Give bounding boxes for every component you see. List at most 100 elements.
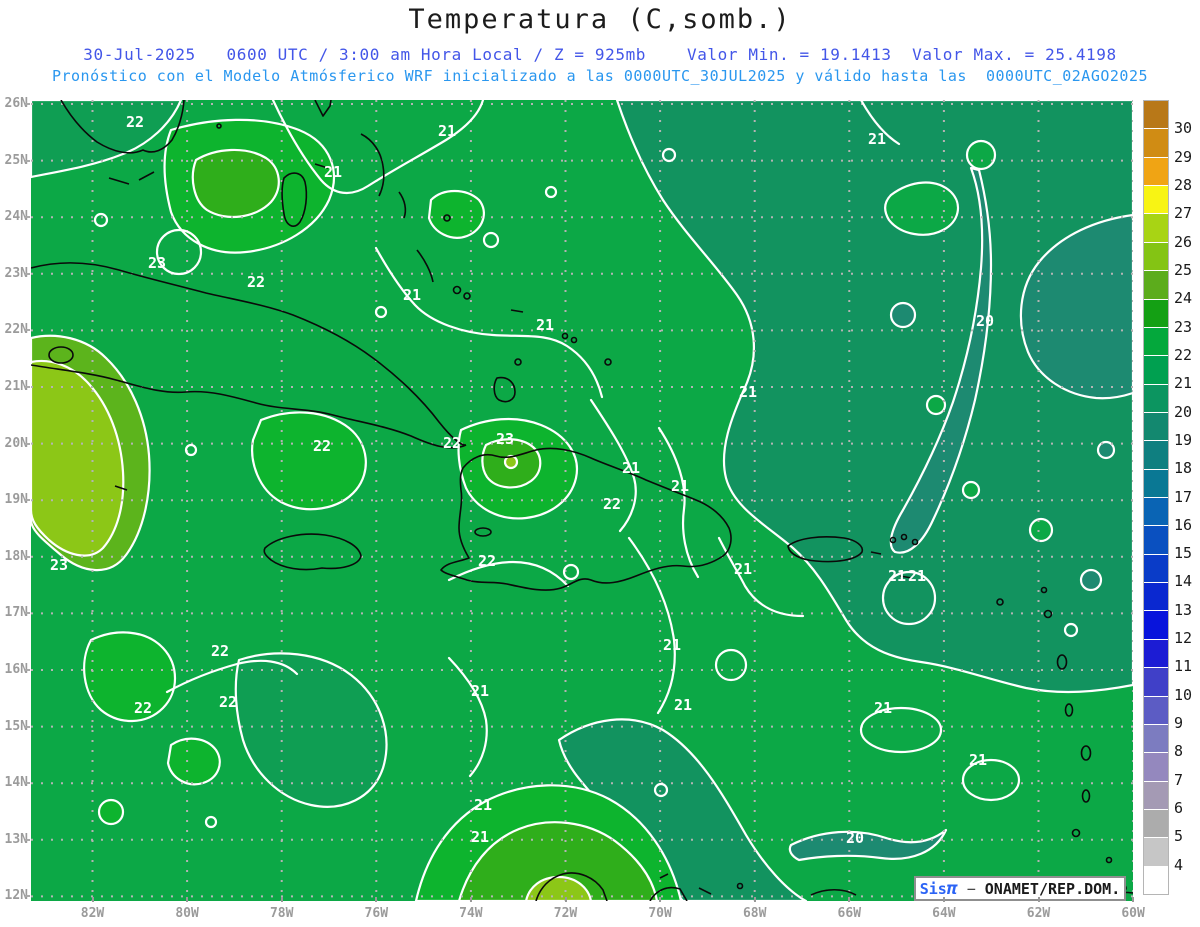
sis-brand-label: Sis bbox=[919, 879, 947, 898]
contour-label-21: 21 bbox=[874, 699, 892, 717]
contour-label-22: 22 bbox=[443, 434, 461, 452]
colorbar-tick-label: 14 bbox=[1174, 572, 1193, 591]
lat-axis-tick bbox=[25, 725, 30, 728]
lon-axis-label: 76W bbox=[364, 906, 389, 921]
colorbar-tick-label: 17 bbox=[1174, 487, 1193, 506]
contour-label-21: 21 bbox=[734, 560, 752, 578]
lon-axis-tick bbox=[469, 897, 472, 902]
lat-axis-tick bbox=[25, 555, 30, 558]
lat-axis-tick bbox=[25, 499, 30, 502]
colorbar bbox=[1143, 100, 1169, 895]
colorbar-segment bbox=[1144, 583, 1168, 611]
colorbar-segment bbox=[1144, 356, 1168, 384]
lat-axis-label: 12N bbox=[4, 888, 28, 904]
contour-label-21: 21 bbox=[739, 383, 757, 401]
colorbar-segment bbox=[1144, 214, 1168, 242]
lon-axis-tick bbox=[375, 897, 378, 902]
colorbar-tick-label: 16 bbox=[1174, 515, 1193, 534]
colorbar-segment bbox=[1144, 384, 1168, 412]
colorbar-tick-label: 15 bbox=[1174, 544, 1193, 563]
contour-label-21: 21 bbox=[868, 130, 886, 148]
lat-axis-label: 15N bbox=[4, 718, 28, 734]
lon-axis-label: 68W bbox=[742, 906, 767, 921]
lon-axis-label: 62W bbox=[1026, 906, 1051, 921]
colorbar-tick-label: 6 bbox=[1174, 799, 1184, 818]
colorbar-segment bbox=[1144, 101, 1168, 129]
lat-axis-tick bbox=[25, 103, 30, 105]
lat-axis-tick bbox=[25, 838, 30, 841]
weather-map-page: Temperatura (C,somb.) 30-Jul-2025 0600 U… bbox=[0, 0, 1200, 927]
lon-axis-label: 64W bbox=[932, 906, 956, 921]
colorbar-segment bbox=[1144, 724, 1168, 753]
colorbar-segment bbox=[1144, 639, 1168, 668]
page-title: Temperatura (C,somb.) bbox=[408, 4, 792, 35]
colorbar-segment bbox=[1144, 157, 1168, 186]
colorbar-segment bbox=[1144, 441, 1168, 469]
lat-axis-label: 21N bbox=[4, 379, 28, 394]
contour-label-21: 21 bbox=[671, 477, 689, 495]
contour-label-21: 21 bbox=[471, 682, 489, 700]
colorbar-tick-label: 10 bbox=[1174, 685, 1193, 704]
lon-axis-label: 70W bbox=[648, 906, 672, 921]
colorbar-tick-label: 22 bbox=[1174, 345, 1193, 364]
lon-axis-tick bbox=[1037, 897, 1040, 902]
colorbar-segment bbox=[1144, 554, 1168, 583]
lat-axis-tick bbox=[25, 782, 30, 785]
lon-axis-label: 74W bbox=[459, 906, 483, 921]
colorbar-tick-label: 13 bbox=[1174, 600, 1193, 619]
contour-label-22: 22 bbox=[126, 113, 144, 131]
colorbar-tick-label: 23 bbox=[1174, 317, 1193, 336]
colorbar-tick-label: 20 bbox=[1174, 402, 1193, 421]
lon-axis-tick bbox=[186, 897, 189, 902]
contour-label-22: 22 bbox=[134, 699, 152, 717]
lat-axis-label: 23N bbox=[4, 265, 28, 281]
contour-label-21: 21 bbox=[888, 567, 906, 585]
colorbar-tick-label: 8 bbox=[1174, 742, 1184, 761]
lon-axis-tick bbox=[659, 897, 662, 902]
lon-axis-tick bbox=[280, 897, 283, 902]
colorbar-segment bbox=[1144, 242, 1168, 271]
contour-label-20: 20 bbox=[846, 829, 864, 847]
lon-axis-tick bbox=[564, 897, 567, 902]
colorbar-segment bbox=[1144, 129, 1168, 157]
contour-label-21: 21 bbox=[471, 828, 489, 846]
lat-axis-label: 25N bbox=[4, 152, 28, 168]
colorbar-segment bbox=[1144, 526, 1168, 554]
lat-axis-label: 18N bbox=[4, 548, 28, 564]
colorbar-segment bbox=[1144, 753, 1168, 781]
subtitle-datetime-line: 30-Jul-2025 0600 UTC / 3:00 am Hora Loca… bbox=[83, 45, 1117, 64]
colorbar-segment bbox=[1144, 186, 1168, 214]
lon-axis-label: 72W bbox=[553, 906, 578, 921]
contour-label-22: 22 bbox=[603, 495, 621, 513]
colorbar-tick-label: 18 bbox=[1174, 459, 1193, 478]
lat-axis-label: 13N bbox=[4, 831, 28, 847]
colorbar-segment bbox=[1144, 469, 1168, 498]
lon-axis-label: 66W bbox=[837, 906, 862, 921]
colorbar-segment bbox=[1144, 611, 1168, 639]
lon-axis-label: 60W bbox=[1121, 906, 1145, 921]
lon-axis-label: 78W bbox=[269, 906, 294, 921]
colorbar-segment bbox=[1144, 866, 1168, 895]
colorbar-tick-label: 4 bbox=[1174, 855, 1184, 874]
lon-axis-tick bbox=[1132, 897, 1135, 902]
contour-label-21: 21 bbox=[536, 316, 554, 334]
colorbar-segment bbox=[1144, 809, 1168, 838]
colorbar-segment bbox=[1144, 412, 1168, 441]
colorbar-segment bbox=[1144, 299, 1168, 327]
colorbar-tick-label: 9 bbox=[1174, 714, 1184, 733]
contour-label-22: 22 bbox=[211, 642, 229, 660]
colorbar-tick-label: 26 bbox=[1174, 232, 1193, 251]
colorbar-tick-label: 28 bbox=[1174, 175, 1193, 194]
lat-axis-tick bbox=[25, 272, 30, 275]
contour-label-23: 23 bbox=[50, 556, 68, 574]
contour-label-21: 21 bbox=[403, 286, 421, 304]
contour-label-21: 21 bbox=[438, 122, 456, 140]
lat-axis-tick bbox=[25, 442, 30, 445]
attribution-separator: − bbox=[957, 879, 985, 898]
contour-label-21: 21 bbox=[622, 459, 640, 477]
contour-label-21: 21 bbox=[969, 751, 987, 769]
lon-axis-tick bbox=[753, 897, 756, 902]
lat-axis-tick bbox=[25, 669, 30, 671]
colorbar-tick-label: 29 bbox=[1174, 147, 1193, 166]
lat-axis-label: 24N bbox=[4, 209, 28, 225]
